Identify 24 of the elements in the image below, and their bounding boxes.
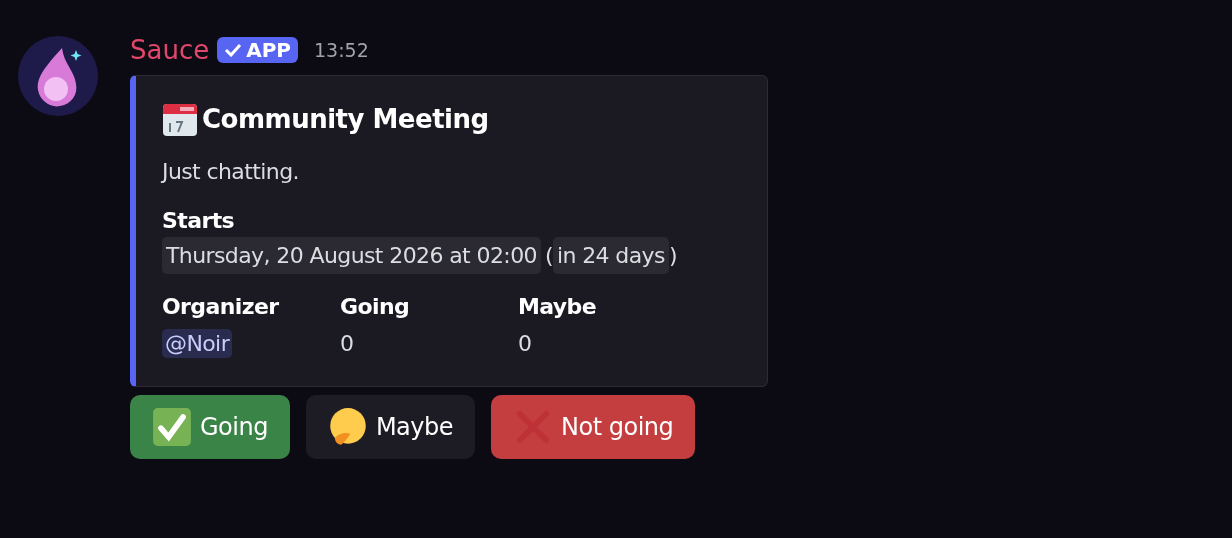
user-mention[interactable]: @Noir — [162, 328, 233, 358]
date-timestamp: Thursday, 20 August 2026 at 02:00 — [162, 236, 541, 274]
calendar-icon — [162, 101, 198, 137]
field-label: Organizer — [162, 292, 280, 321]
check-icon — [152, 406, 192, 447]
parenthesis: ) — [668, 241, 677, 270]
field-label: Maybe — [518, 292, 598, 321]
embed-description: Just chatting. — [162, 157, 300, 186]
field-value: 0 — [340, 330, 354, 356]
embed-title: Community Meeting — [202, 102, 489, 136]
action-button[interactable]: Going — [130, 394, 290, 459]
parenthesis: ( — [544, 241, 553, 270]
author-name[interactable]: Sauce — [130, 37, 210, 64]
field-label: Going — [340, 292, 411, 321]
field-value: 0 — [518, 330, 532, 356]
field-label: Starts — [162, 206, 236, 235]
action-button[interactable]: Maybe — [305, 394, 476, 459]
app-badge: APP — [217, 37, 298, 64]
check-icon — [224, 43, 243, 58]
avatar[interactable] — [18, 36, 98, 116]
action-button[interactable]: Not going — [491, 394, 696, 459]
relative-timestamp: in 24 days — [552, 236, 669, 274]
timestamp: 13:52 — [314, 38, 369, 63]
emoji-icon — [327, 406, 368, 447]
